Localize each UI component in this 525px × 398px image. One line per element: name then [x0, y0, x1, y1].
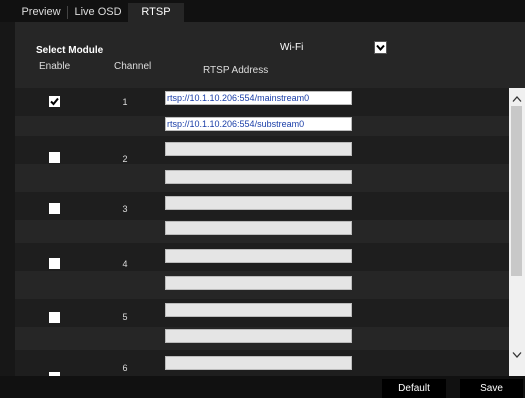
tab-preview[interactable]: Preview [20, 3, 62, 22]
channel-row: 3 [15, 192, 509, 220]
default-button[interactable]: Default [382, 379, 446, 398]
select-module-label: Select Module [36, 45, 104, 56]
main-stream-address-field[interactable] [165, 303, 352, 317]
scrollbar-thumb[interactable] [511, 106, 522, 276]
enable-checkbox[interactable] [49, 312, 60, 323]
channel-row: 6 [15, 350, 509, 376]
channel-row: 4 [15, 243, 509, 271]
tab-divider [67, 6, 68, 19]
channel-subrow [15, 271, 509, 299]
chevron-down-icon[interactable] [374, 41, 387, 54]
channel-number: 5 [122, 312, 128, 322]
footer-bar [0, 376, 525, 398]
channel-number: 4 [122, 259, 128, 269]
module-select-value: Wi-Fi [280, 42, 304, 53]
tab-live-osd[interactable]: Live OSD [72, 3, 124, 22]
main-stream-address-field[interactable] [165, 356, 352, 370]
channel-number: 1 [122, 97, 128, 107]
channel-subrow [15, 164, 509, 192]
enable-checkbox[interactable] [49, 203, 60, 214]
channel-list: 1 rtsp://10.1.10.206:554/mainstream0 rts… [15, 88, 509, 376]
rtsp-address-column-header: RTSP Address [203, 65, 269, 76]
channel-number: 2 [122, 154, 128, 164]
enable-checkbox[interactable] [49, 96, 60, 107]
main-stream-address-field[interactable] [165, 196, 352, 210]
sub-stream-address-field[interactable] [165, 276, 352, 290]
channel-row: 1 rtsp://10.1.10.206:554/mainstream0 [15, 88, 509, 116]
channel-row: 2 [15, 136, 509, 164]
enable-checkbox[interactable] [49, 152, 60, 163]
sub-stream-address-field[interactable] [165, 329, 352, 343]
save-button[interactable]: Save [460, 379, 523, 398]
scroll-down-icon[interactable] [509, 350, 525, 364]
enable-column-header: Enable [39, 61, 71, 72]
channel-number: 6 [122, 363, 128, 373]
vertical-scrollbar[interactable] [509, 88, 525, 376]
sub-stream-address-field[interactable] [165, 221, 352, 235]
channel-row: 5 [15, 299, 509, 327]
channel-column-header: Channel [114, 61, 152, 72]
main-stream-address-field[interactable] [165, 249, 352, 263]
tab-rtsp[interactable]: RTSP [128, 3, 184, 22]
enable-checkbox[interactable] [49, 258, 60, 269]
sub-stream-address-field[interactable] [165, 170, 352, 184]
module-select[interactable]: Wi-Fi [278, 41, 387, 55]
main-stream-address-field[interactable]: rtsp://10.1.10.206:554/mainstream0 [165, 91, 352, 105]
channel-number: 3 [122, 204, 128, 214]
main-stream-address-field[interactable] [165, 142, 352, 156]
sub-stream-address-field[interactable]: rtsp://10.1.10.206:554/substream0 [165, 117, 352, 131]
tab-bar: Preview Live OSD RTSP [0, 0, 525, 22]
